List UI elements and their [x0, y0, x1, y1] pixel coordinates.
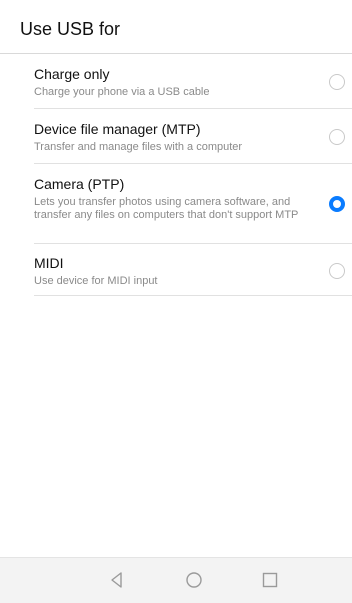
radio-button-selected[interactable]	[329, 196, 345, 212]
option-title: Camera (PTP)	[34, 176, 125, 192]
option-midi[interactable]: MIDI Use device for MIDI input	[0, 244, 352, 296]
usb-mode-screen: Use USB for Charge only Charge your phon…	[0, 0, 352, 603]
radio-button[interactable]	[329, 74, 345, 90]
option-title: Device file manager (MTP)	[34, 121, 201, 137]
option-text: Charge only Charge your phone via a USB …	[34, 66, 308, 99]
option-text: Device file manager (MTP) Transfer and m…	[34, 121, 308, 154]
radio-button[interactable]	[329, 263, 345, 279]
option-text: Camera (PTP) Lets you transfer photos us…	[34, 176, 308, 222]
home-button[interactable]	[183, 569, 205, 591]
navigation-bar	[0, 557, 352, 603]
usb-options-list: Charge only Charge your phone via a USB …	[0, 54, 352, 296]
radio-button[interactable]	[329, 129, 345, 145]
square-recents-icon	[262, 572, 278, 588]
option-title: Charge only	[34, 66, 110, 82]
circle-home-icon	[186, 572, 202, 588]
back-button[interactable]	[106, 569, 128, 591]
page-title: Use USB for	[20, 19, 121, 39]
option-subtitle: Use device for MIDI input	[34, 275, 158, 287]
triangle-back-icon	[111, 572, 122, 588]
recents-button[interactable]	[259, 569, 281, 591]
title-bar: Use USB for	[0, 0, 352, 54]
option-mtp[interactable]: Device file manager (MTP) Transfer and m…	[0, 109, 352, 164]
option-subtitle: Transfer and manage files with a compute…	[34, 141, 243, 153]
option-text: MIDI Use device for MIDI input	[34, 255, 308, 288]
option-ptp[interactable]: Camera (PTP) Lets you transfer photos us…	[0, 164, 352, 244]
option-title: MIDI	[34, 255, 64, 271]
option-charge-only[interactable]: Charge only Charge your phone via a USB …	[0, 54, 352, 109]
option-subtitle: Lets you transfer photos using camera so…	[34, 196, 299, 221]
option-divider	[34, 295, 352, 296]
option-subtitle: Charge your phone via a USB cable	[34, 86, 210, 98]
